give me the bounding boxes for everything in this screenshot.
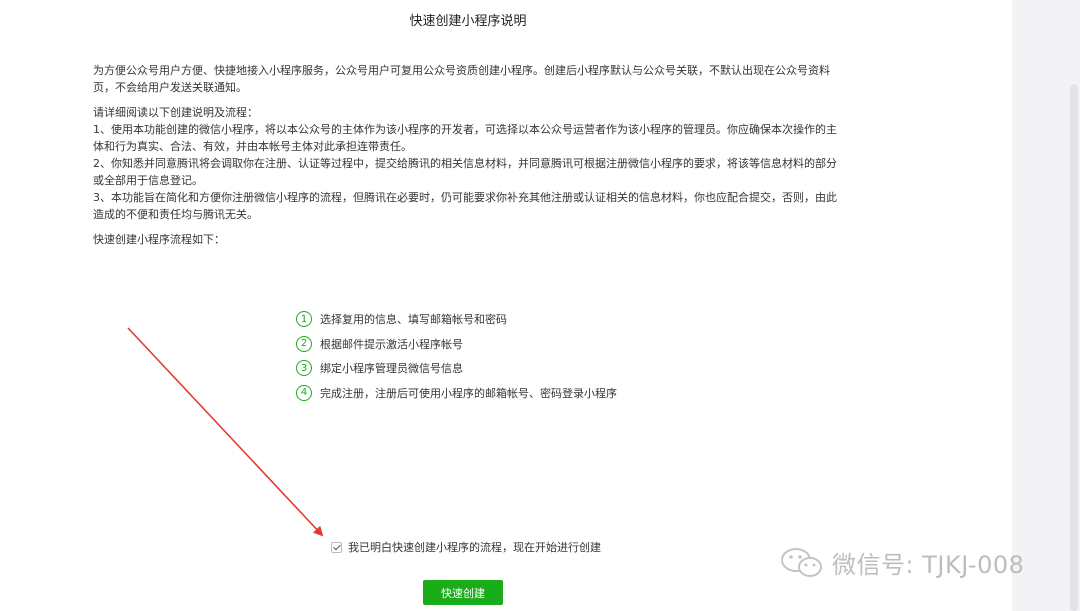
step-text: 选择复用的信息、填写邮箱帐号和密码 bbox=[320, 313, 507, 327]
agree-label[interactable]: 我已明白快速创建小程序的流程，现在开始进行创建 bbox=[348, 539, 601, 555]
step-number: 2 bbox=[296, 335, 312, 352]
watermark: 微信号: TJKJ-008 bbox=[780, 545, 1024, 580]
page-title: 快速创建小程序说明 bbox=[409, 14, 527, 29]
guide-item-1: 1、使用本功能创建的微信小程序，将以本公众号的主体作为该小程序的开发者，可选择以… bbox=[93, 123, 837, 153]
content-panel: 快速创建小程序说明 为方便公众号用户方便、快捷地接入小程序服务，公众号用户可复用… bbox=[0, 0, 1012, 611]
quick-create-button[interactable]: 快速创建 bbox=[423, 580, 503, 605]
flow-title: 快速创建小程序流程如下： bbox=[93, 233, 225, 246]
scrollbar-thumb[interactable] bbox=[1070, 84, 1078, 611]
step-text: 根据邮件提示激活小程序帐号 bbox=[320, 337, 463, 351]
guide-item-2: 2、你知悉并同意腾讯将会调取你在注册、认证等过程中，提交给腾讯的相关信息材料，并… bbox=[93, 157, 837, 187]
guide-section: 请详细阅读以下创建说明及流程： 1、使用本功能创建的微信小程序，将以本公众号的主… bbox=[93, 104, 845, 223]
step-item: 2 根据邮件提示激活小程序帐号 bbox=[296, 332, 617, 357]
step-number: 1 bbox=[296, 311, 312, 328]
step-number: 3 bbox=[296, 360, 312, 377]
step-item: 1 选择复用的信息、填写邮箱帐号和密码 bbox=[296, 307, 617, 332]
watermark-text: 微信号: TJKJ-008 bbox=[832, 551, 1025, 579]
guide-item-3: 3、本功能旨在简化和方便你注册微信小程序的流程，但腾讯在必要时，仍可能要求你补充… bbox=[93, 191, 837, 221]
step-item: 3 绑定小程序管理员微信号信息 bbox=[296, 356, 617, 381]
step-item: 4 完成注册，注册后可使用小程序的邮箱帐号、密码登录小程序 bbox=[296, 381, 617, 406]
intro-text: 为方便公众号用户方便、快捷地接入小程序服务，公众号用户可复用公众号资质创建小程序… bbox=[93, 64, 830, 94]
step-number: 4 bbox=[296, 384, 312, 401]
agree-row[interactable]: 我已明白快速创建小程序的流程，现在开始进行创建 bbox=[331, 539, 601, 555]
step-text: 完成注册，注册后可使用小程序的邮箱帐号、密码登录小程序 bbox=[320, 386, 617, 400]
agree-checkbox[interactable] bbox=[331, 541, 342, 553]
guide-heading: 请详细阅读以下创建说明及流程： bbox=[93, 106, 258, 119]
step-text: 绑定小程序管理员微信号信息 bbox=[320, 362, 463, 376]
wechat-icon bbox=[781, 547, 822, 577]
step-list: 1 选择复用的信息、填写邮箱帐号和密码 2 根据邮件提示激活小程序帐号 3 绑定… bbox=[296, 307, 617, 405]
